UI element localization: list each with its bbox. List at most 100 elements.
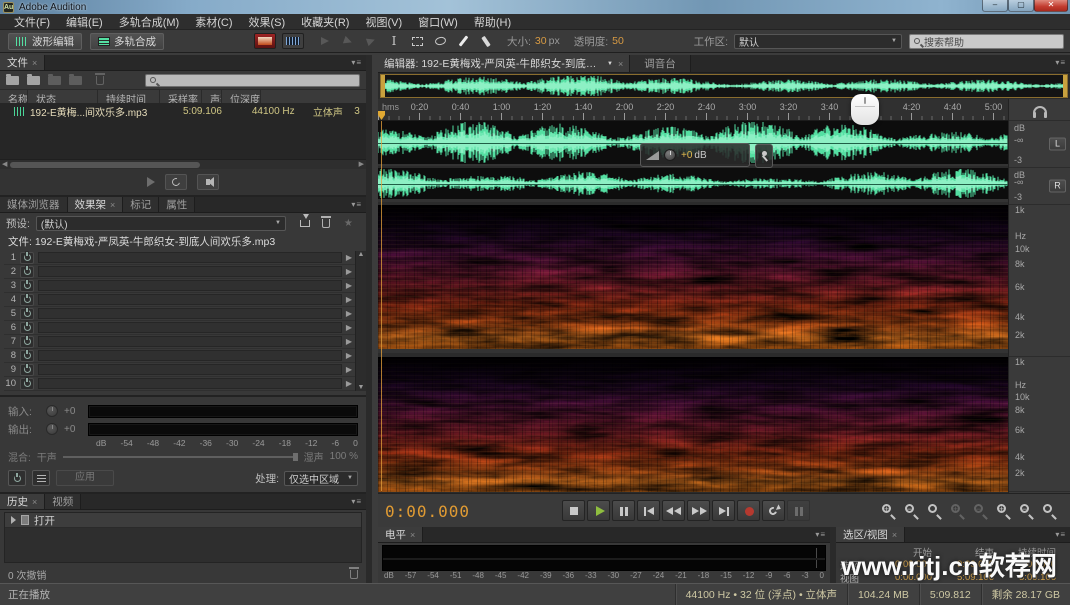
range-handle-left[interactable]: [381, 75, 385, 97]
tab-files[interactable]: 文件×: [0, 55, 45, 70]
lasso-selection-tool-icon[interactable]: [433, 34, 447, 48]
effect-slot-row[interactable]: 8 ▶: [4, 349, 366, 363]
waveform-editor-button[interactable]: 波形编辑: [8, 33, 82, 50]
rack-power-toggle[interactable]: [8, 470, 26, 486]
effect-power-toggle[interactable]: [20, 252, 34, 264]
tab-levels[interactable]: 电平×: [378, 527, 423, 542]
spectral-display-toggle[interactable]: [254, 33, 276, 49]
column-header[interactable]: 采样率: [160, 90, 202, 103]
zoom-in-horizontal-button[interactable]: [878, 502, 899, 520]
column-header[interactable]: 位深度: [222, 90, 261, 103]
panel-menu-icon[interactable]: ▾≡: [815, 530, 826, 539]
effect-power-toggle[interactable]: [20, 266, 34, 278]
menu-item[interactable]: 多轨合成(M): [111, 14, 188, 30]
gain-knob[interactable]: [664, 149, 676, 161]
skip-to-end-button[interactable]: [712, 500, 735, 521]
close-file-icon[interactable]: [69, 76, 82, 85]
scroll-up-icon[interactable]: ▲: [358, 251, 365, 258]
scroll-down-icon[interactable]: ▼: [358, 384, 365, 391]
record-arm-button[interactable]: [787, 500, 810, 521]
effect-slot-arrow-icon[interactable]: ▶: [346, 253, 352, 262]
new-file-icon[interactable]: [48, 76, 61, 85]
effect-slot-field[interactable]: [38, 378, 342, 389]
favorite-icon[interactable]: ★: [344, 218, 353, 229]
scroll-right-icon[interactable]: ▶: [359, 160, 364, 170]
gain-hud[interactable]: +0 dB: [640, 143, 750, 167]
overview-navigator[interactable]: [380, 74, 1068, 98]
input-gain-knob[interactable]: [46, 405, 58, 417]
file-row[interactable]: 192-E黄梅...间欢乐多.mp3 5:09.106 44100 Hz 立体声…: [0, 104, 366, 119]
fast-forward-button[interactable]: [687, 500, 710, 521]
delete-preset-icon[interactable]: [322, 219, 330, 228]
frequency-scale-right[interactable]: Hz10k8k6k4k2k1k: [1009, 357, 1070, 492]
right-channel-button[interactable]: R: [1049, 180, 1066, 193]
workspace-dropdown[interactable]: 默认▼: [734, 34, 902, 49]
record-button[interactable]: [737, 500, 760, 521]
range-handle-right[interactable]: [1063, 75, 1067, 97]
panel-menu-icon[interactable]: ▾≡: [1055, 530, 1066, 539]
effect-slot-field[interactable]: [38, 322, 342, 333]
frequency-scale-left[interactable]: Hz10k8k6k4k2k1k: [1009, 205, 1070, 357]
right-channel-scale[interactable]: dB -∞ -3 R: [1009, 168, 1070, 205]
effect-slot-row[interactable]: 5 ▶: [4, 307, 366, 321]
close-button[interactable]: ✕: [1034, 0, 1068, 12]
selection-table-row[interactable]: 选区 0:00.000 0:00.000 0:00.000: [840, 558, 1066, 571]
column-header[interactable]: 状态: [28, 90, 98, 103]
effect-slot-field[interactable]: [38, 308, 342, 319]
close-icon[interactable]: ×: [410, 530, 415, 540]
effect-slot-arrow-icon[interactable]: ▶: [346, 379, 352, 388]
scrollbar-thumb[interactable]: [10, 162, 200, 168]
tab-history[interactable]: 历史×: [0, 494, 45, 509]
save-preset-icon[interactable]: [300, 220, 310, 227]
effect-slot-field[interactable]: [38, 280, 342, 291]
panel-menu-icon[interactable]: ▾≡: [351, 58, 362, 67]
vertical-scrollbar[interactable]: ▲ ▼: [355, 251, 366, 391]
effect-slot-arrow-icon[interactable]: ▶: [346, 351, 352, 360]
menu-item[interactable]: 窗口(W): [410, 14, 466, 30]
pause-button[interactable]: [612, 500, 635, 521]
menu-item[interactable]: 收藏夹(R): [293, 14, 357, 30]
menu-item[interactable]: 视图(V): [357, 14, 410, 30]
tab-properties[interactable]: 属性: [159, 197, 195, 212]
waveform-right-channel[interactable]: [378, 168, 1008, 202]
effect-slot-arrow-icon[interactable]: ▶: [346, 337, 352, 346]
zoom-reset-button[interactable]: [1039, 502, 1060, 520]
zoom-in-vertical-button[interactable]: [947, 502, 968, 520]
effect-power-toggle[interactable]: [20, 308, 34, 320]
panel-menu-icon[interactable]: ▾≡: [351, 200, 362, 209]
maximize-button[interactable]: ▢: [1008, 0, 1034, 12]
close-icon[interactable]: ×: [32, 497, 37, 507]
brush-size-value[interactable]: 30: [535, 35, 547, 47]
chevron-down-icon[interactable]: ▼: [607, 61, 613, 67]
auto-play-button[interactable]: [197, 174, 219, 190]
timeline-ruler[interactable]: hms 0:200:401:001:201:402:002:202:403:00…: [378, 99, 1008, 121]
effect-slot-field[interactable]: [38, 252, 342, 263]
loop-playback-button[interactable]: [762, 500, 785, 521]
effect-slot-arrow-icon[interactable]: ▶: [346, 295, 352, 304]
spectrogram-right-channel[interactable]: [378, 357, 1008, 492]
effect-slot-field[interactable]: [38, 266, 342, 277]
effect-slot-field[interactable]: [38, 350, 342, 361]
tab-media-browser[interactable]: 媒体浏览器: [0, 197, 68, 212]
spectrogram-left-channel[interactable]: [378, 205, 1008, 353]
effect-slot-row[interactable]: 2 ▶: [4, 265, 366, 279]
panel-menu-icon[interactable]: ▾≡: [351, 497, 362, 506]
marquee-selection-tool-icon[interactable]: [410, 34, 424, 48]
zoom-to-selection-button[interactable]: [924, 502, 945, 520]
headphones-icon[interactable]: [1033, 106, 1047, 114]
pin-icon[interactable]: [755, 144, 773, 168]
paintbrush-tool-icon[interactable]: [456, 34, 470, 48]
effect-power-toggle[interactable]: [20, 350, 34, 362]
close-icon[interactable]: ×: [618, 59, 623, 69]
import-file-icon[interactable]: [27, 76, 40, 85]
play-icon[interactable]: [147, 177, 155, 187]
effect-slot-field[interactable]: [38, 336, 342, 347]
tab-markers[interactable]: 标记: [123, 197, 159, 212]
column-header[interactable]: 持续时间: [98, 90, 160, 103]
loop-playback-button[interactable]: [165, 174, 187, 190]
rewind-button[interactable]: [662, 500, 685, 521]
close-icon[interactable]: ×: [892, 530, 897, 540]
close-icon[interactable]: ×: [32, 58, 37, 68]
rack-list-button[interactable]: [32, 470, 50, 486]
effect-power-toggle[interactable]: [20, 378, 34, 390]
